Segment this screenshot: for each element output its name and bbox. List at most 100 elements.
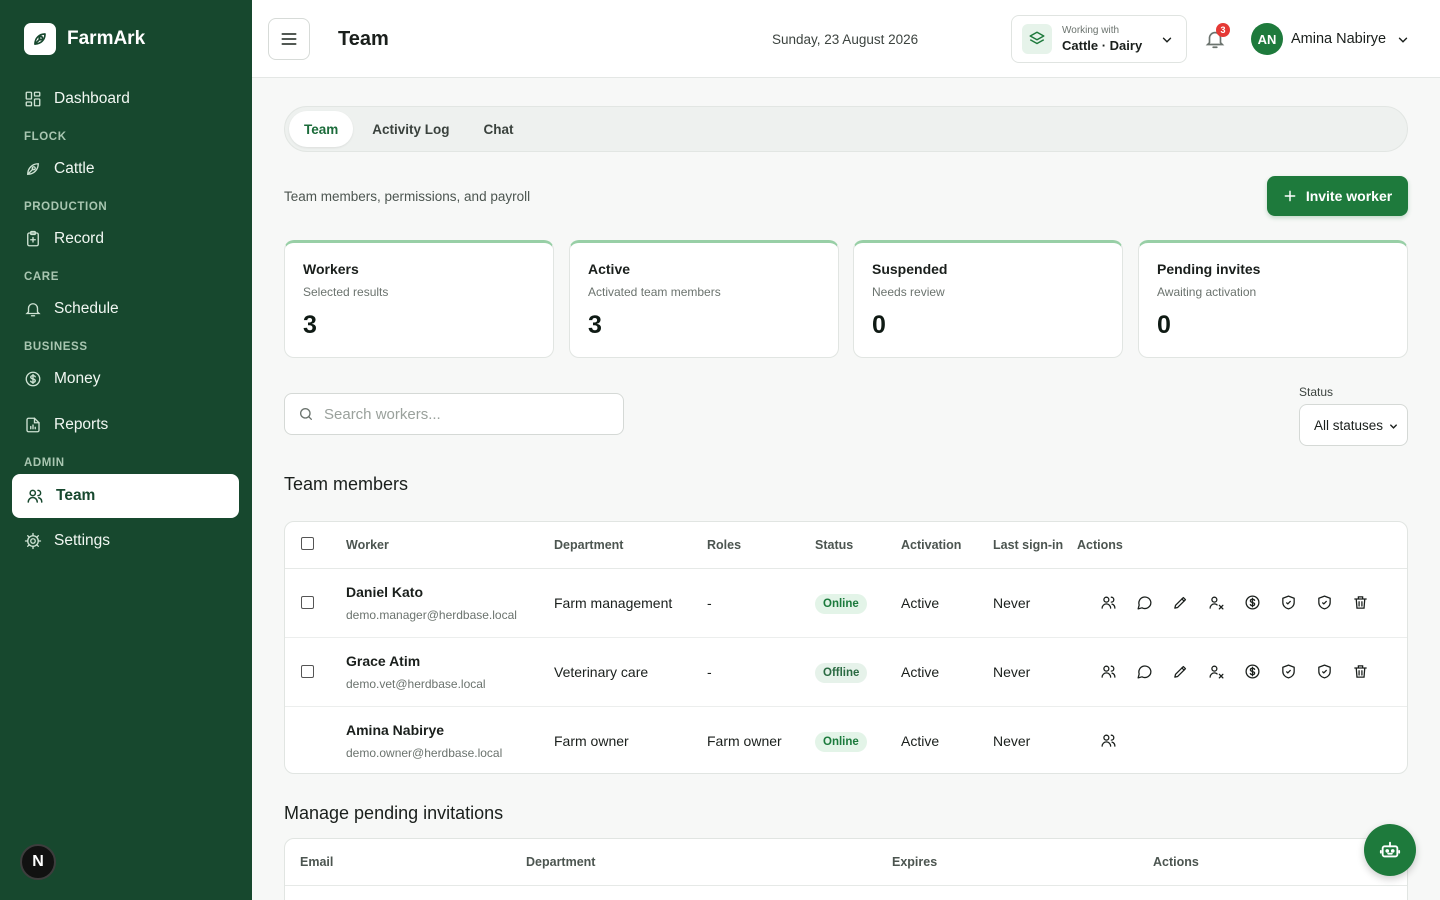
edit-pencil-icon[interactable] <box>1170 592 1190 612</box>
view-team-icon[interactable] <box>1098 661 1118 681</box>
sidebar-item-label: Dashboard <box>54 90 130 107</box>
trash-icon[interactable] <box>1350 661 1370 681</box>
sidebar-section-care: CARE <box>24 271 59 283</box>
stat-subtitle: Activated team members <box>588 285 721 299</box>
shield-icon[interactable] <box>1278 592 1298 612</box>
worker-name[interactable]: Amina Nabirye <box>346 722 444 738</box>
page-subtitle: Team members, permissions, and payroll <box>284 189 531 204</box>
stat-value: 3 <box>303 311 317 339</box>
sidebar-item-cattle[interactable]: Cattle <box>12 147 239 191</box>
sidebar-item-team[interactable]: Team <box>12 474 239 518</box>
row-checkbox[interactable] <box>301 665 314 678</box>
cattle-icon <box>27 163 39 175</box>
worker-name[interactable]: Daniel Kato <box>346 584 423 600</box>
stat-card-suspended: Suspended Needs review 0 <box>853 240 1123 358</box>
status-filter-select[interactable]: All statuses <box>1299 404 1408 446</box>
tab-activity-log[interactable]: Activity Log <box>357 111 464 147</box>
remove-user-icon[interactable] <box>1206 592 1226 612</box>
sidebar-item-settings[interactable]: Settings <box>12 519 239 563</box>
report-file-icon <box>26 417 40 433</box>
message-icon[interactable] <box>1134 592 1154 612</box>
sidebar-item-dashboard[interactable]: Dashboard <box>12 77 239 121</box>
sidebar-item-record[interactable]: Record <box>12 217 239 261</box>
user-name[interactable]: Amina Nabirye <box>1291 31 1386 47</box>
bell-icon <box>25 303 41 317</box>
row-checkbox[interactable] <box>301 596 314 609</box>
brand[interactable]: FarmArk <box>24 23 145 55</box>
notifications-count-badge: 3 <box>1216 23 1230 37</box>
sidebar-section-admin: ADMIN <box>24 457 65 469</box>
dashboard-icon <box>25 91 41 107</box>
stat-card-workers: Workers Selected results 3 <box>284 240 554 358</box>
user-avatar[interactable]: AN <box>1251 23 1283 55</box>
edit-pencil-icon[interactable] <box>1170 661 1190 681</box>
tab-chat[interactable]: Chat <box>469 111 529 147</box>
stat-title: Active <box>588 261 631 277</box>
sidebar-item-label: Schedule <box>54 300 119 317</box>
last-signin: Never <box>993 664 1031 680</box>
dev-tools-badge[interactable]: N <box>20 844 56 880</box>
column-header[interactable]: Last sign-in <box>993 538 1063 552</box>
search-workers-input[interactable] <box>324 405 604 423</box>
tab-team[interactable]: Team <box>289 111 354 147</box>
trash-icon[interactable] <box>1350 592 1370 612</box>
shield-check-icon[interactable] <box>1314 592 1334 612</box>
stat-card-pending-invites: Pending invites Awaiting activation 0 <box>1138 240 1408 358</box>
worker-name[interactable]: Grace Atim <box>346 653 420 669</box>
payroll-dollar-icon[interactable] <box>1242 661 1262 681</box>
stat-value: 0 <box>872 311 886 339</box>
activation-status: Active <box>901 595 940 611</box>
table-row: Grace Atim demo.vet@herdbase.local Veter… <box>285 638 1407 707</box>
stat-title: Workers <box>303 261 359 277</box>
remove-user-icon[interactable] <box>1206 661 1226 681</box>
chevron-down-icon <box>1162 37 1172 43</box>
message-icon[interactable] <box>1134 661 1154 681</box>
dollar-circle-icon <box>25 371 41 387</box>
column-header[interactable]: Email <box>300 855 333 869</box>
sidebar-section-business: BUSINESS <box>24 341 88 353</box>
sidebar-item-reports[interactable]: Reports <box>12 403 239 447</box>
stat-card-active: Active Activated team members 3 <box>569 240 839 358</box>
menu-toggle-button[interactable] <box>268 18 310 60</box>
activation-status: Active <box>901 664 940 680</box>
divider <box>285 885 1407 886</box>
column-header[interactable]: Department <box>526 855 595 869</box>
view-team-icon[interactable] <box>1098 592 1118 612</box>
column-header[interactable]: Expires <box>892 855 937 869</box>
worker-email: demo.owner@herdbase.local <box>346 746 503 760</box>
stat-subtitle: Awaiting activation <box>1157 285 1257 299</box>
column-header[interactable]: Activation <box>901 538 961 552</box>
column-header[interactable]: Roles <box>707 538 741 552</box>
invite-worker-button[interactable]: Invite worker <box>1267 176 1408 216</box>
users-icon <box>27 489 43 503</box>
view-team-icon[interactable] <box>1098 730 1118 750</box>
payroll-dollar-icon[interactable] <box>1242 592 1262 612</box>
worker-roles: - <box>707 664 712 680</box>
table-header: Worker Department Roles Status Activatio… <box>285 522 1407 569</box>
column-header: Actions <box>1077 538 1123 552</box>
pending-invitations-table: Email Department Expires Actions <box>284 838 1408 900</box>
column-header[interactable]: Department <box>554 538 623 552</box>
column-header[interactable]: Worker <box>346 538 389 552</box>
last-signin: Never <box>993 733 1031 749</box>
status-badge: Offline <box>815 663 868 683</box>
assistant-bot-button[interactable] <box>1364 824 1416 876</box>
pending-invitations-heading: Manage pending invitations <box>284 803 504 823</box>
farmark-logo-icon <box>24 23 56 55</box>
sidebar-section-production: PRODUCTION <box>24 201 108 213</box>
worker-email: demo.manager@herdbase.local <box>346 608 517 622</box>
chevron-down-icon[interactable] <box>1396 33 1410 47</box>
shield-check-icon[interactable] <box>1314 661 1334 681</box>
sidebar-item-schedule[interactable]: Schedule <box>12 287 239 331</box>
sidebar-item-money[interactable]: Money <box>12 357 239 401</box>
select-all-checkbox[interactable] <box>301 537 314 550</box>
shield-icon[interactable] <box>1278 661 1298 681</box>
worker-roles: Farm owner <box>707 733 782 749</box>
table-row: Amina Nabirye demo.owner@herdbase.local … <box>285 707 1407 773</box>
sidebar-item-label: Cattle <box>54 160 95 177</box>
worker-department: Veterinary care <box>554 664 649 680</box>
farm-context-switcher[interactable]: Working with Cattle · Dairy <box>1011 15 1187 63</box>
header-date: Sunday, 23 August 2026 <box>772 32 919 47</box>
sidebar-section-flock: FLOCK <box>24 131 67 143</box>
column-header[interactable]: Status <box>815 538 853 552</box>
